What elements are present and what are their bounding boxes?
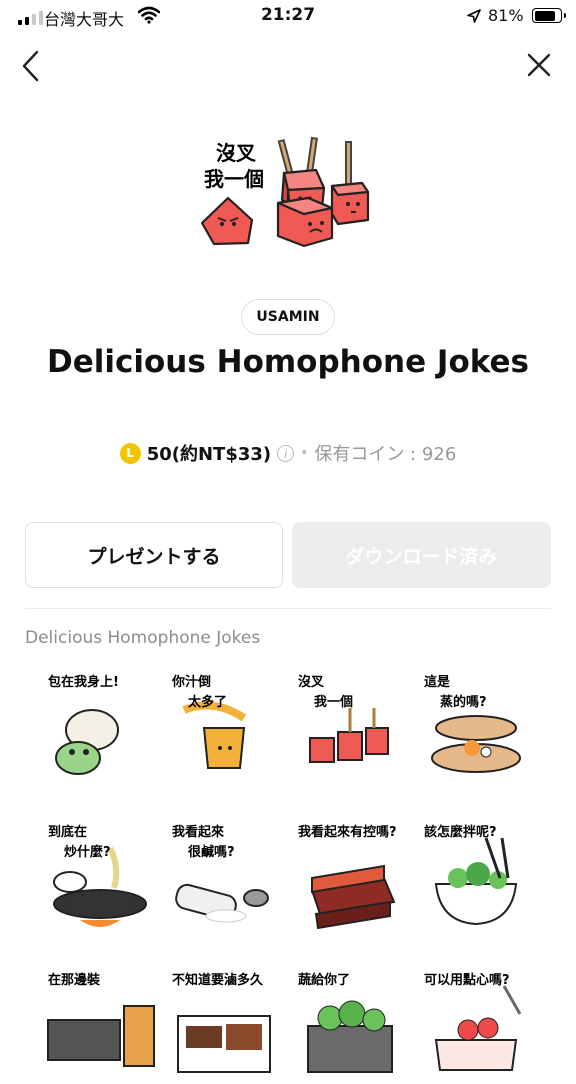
sticker-caption: 很鹹嗎? [188, 844, 235, 860]
sticker-image: 蔬給你了 [298, 972, 393, 1073]
sticker-title: Delicious Homophone Jokes [47, 344, 529, 380]
sticker-item[interactable]: 蔬給你了 [290, 966, 410, 1084]
sticker-caption: 該怎麼拌呢? [424, 824, 497, 840]
separator-dot: • [300, 445, 309, 461]
price-text: 50(約NT$33) [146, 444, 272, 465]
sticker-caption: 可以用點心嗎? [424, 972, 510, 988]
sticker-caption: 蔬給你了 [298, 972, 350, 988]
sticker-image: 我看起來很鹹嗎? [172, 824, 269, 923]
sticker-item[interactable]: 不知道要滷多久 [164, 966, 284, 1084]
sticker-caption: 到底在 [48, 824, 87, 840]
section-title: Delicious Homophone Jokes [25, 628, 261, 648]
sticker-item[interactable]: 沒叉我一個 [290, 668, 410, 786]
gift-button[interactable]: プレゼントする [25, 522, 283, 588]
close-button[interactable] [526, 52, 552, 78]
sticker-item[interactable]: 這是蒸的嗎? [416, 668, 536, 786]
sticker-caption: 你汁倒 [171, 674, 211, 690]
sticker-caption: 沒叉 [298, 674, 325, 690]
sticker-image: 可以用點心嗎? [424, 972, 522, 1071]
sticker-item[interactable]: 在那邊裝 [40, 966, 160, 1084]
main-sticker-image: 沒叉 我一個 [192, 128, 382, 253]
owned-coins: 保有コイン : 926 [314, 444, 457, 465]
sticker-item[interactable]: 我看起來很鹹嗎? [164, 818, 284, 936]
sticker-item[interactable]: 你汁倒太多了 [164, 668, 284, 786]
sticker-caption: 太多了 [187, 694, 227, 710]
downloaded-button[interactable]: ダウンロード済み [292, 522, 551, 588]
hero-caption-line-2: 我一個 [204, 167, 264, 191]
sticker-caption: 不知道要滷多久 [172, 972, 264, 988]
sticker-item[interactable]: 我看起來有控嗎? [290, 818, 410, 936]
sticker-caption: 我看起來 [172, 824, 225, 840]
sticker-caption: 在那邊裝 [48, 972, 101, 988]
divider [25, 608, 551, 609]
sticker-caption: 包在我身上! [48, 674, 119, 690]
sticker-image: 你汁倒太多了 [171, 674, 247, 769]
sticker-item[interactable]: 該怎麼拌呢? [416, 818, 536, 936]
hero-caption-line-1: 沒叉 [216, 141, 257, 165]
info-icon[interactable]: i [277, 444, 295, 462]
status-bar: 台灣大哥大 21:27 81% [0, 0, 576, 34]
sticker-image: 包在我身上! [48, 674, 119, 775]
sticker-image: 我看起來有控嗎? [298, 824, 397, 930]
sticker-image: 不知道要滷多久 [172, 972, 271, 1073]
battery-icon [532, 8, 566, 23]
sticker-item[interactable]: 包在我身上! [40, 668, 160, 786]
sticker-caption: 炒什麼? [64, 844, 111, 860]
line-coin-icon: L [119, 442, 141, 464]
sticker-caption: 我一個 [314, 694, 353, 710]
price-row: L 50(約NT$33) i • 保有コイン : 926 [0, 440, 576, 466]
battery-percent: 81% [488, 6, 524, 25]
sticker-item[interactable]: 到底在炒什麼? [40, 818, 160, 936]
back-button[interactable] [18, 48, 44, 84]
sticker-image: 該怎麼拌呢? [424, 824, 518, 926]
sticker-image: 在那邊裝 [47, 972, 155, 1067]
author-badge[interactable]: USAMIN [241, 299, 335, 335]
sticker-image: 沒叉我一個 [298, 674, 389, 763]
sticker-caption: 蒸的嗎? [440, 694, 487, 710]
sticker-image: 到底在炒什麼? [48, 824, 147, 927]
sticker-image: 這是蒸的嗎? [424, 674, 521, 773]
location-arrow-icon [467, 9, 481, 23]
sticker-item[interactable]: 可以用點心嗎? [416, 966, 536, 1084]
sticker-caption: 這是 [424, 674, 451, 690]
sticker-caption: 我看起來有控嗎? [298, 824, 397, 840]
